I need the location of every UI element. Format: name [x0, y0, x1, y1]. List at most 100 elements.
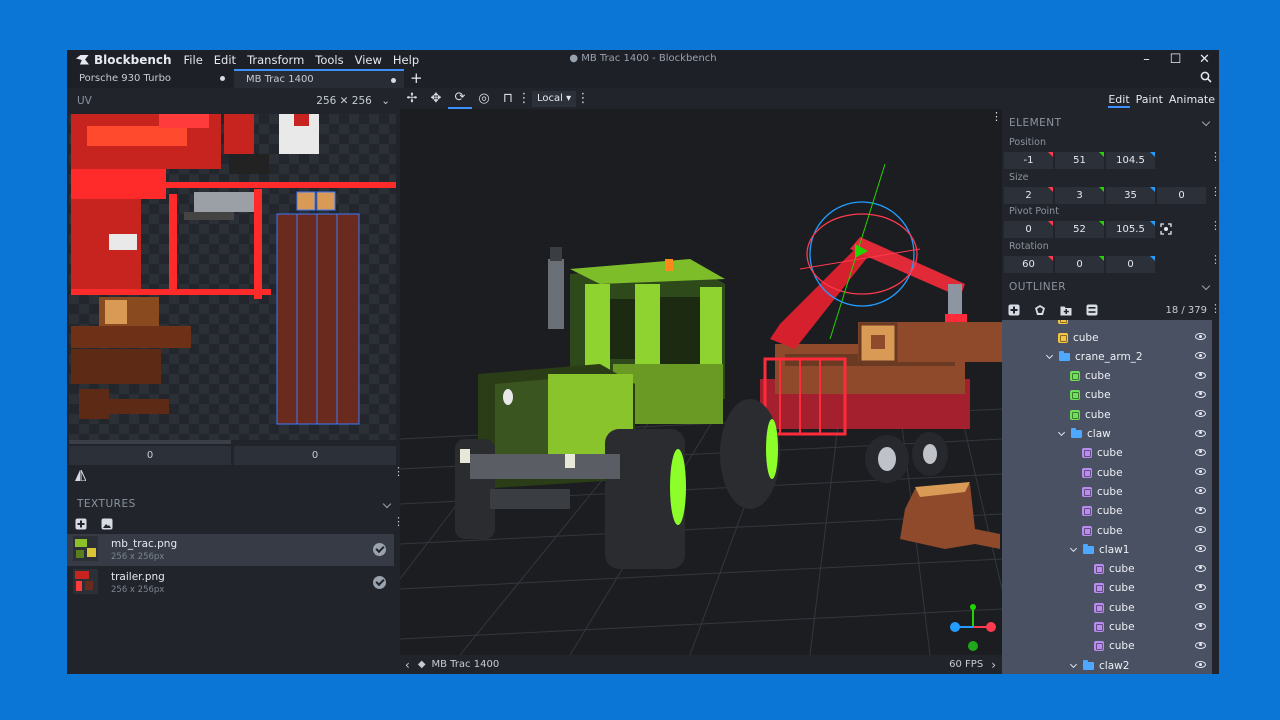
- outliner-cube-row[interactable]: cube: [1002, 444, 1212, 463]
- collapse-all-icon[interactable]: [1086, 304, 1098, 316]
- mode-paint[interactable]: Paint: [1136, 93, 1163, 108]
- size-x-field[interactable]: 2: [1004, 187, 1053, 204]
- close-button[interactable]: ✕: [1190, 50, 1219, 69]
- visibility-eye-icon[interactable]: [1195, 429, 1206, 437]
- outliner-cube-row[interactable]: cube: [1002, 367, 1212, 386]
- outliner-cube-row[interactable]: cube: [1002, 405, 1212, 424]
- uv-size-select[interactable]: 256 ✕ 256 ⌄: [316, 95, 390, 107]
- visibility-eye-icon[interactable]: [1195, 526, 1206, 533]
- visibility-eye-icon[interactable]: [1195, 410, 1206, 418]
- outliner-cube-row[interactable]: cube: [1002, 328, 1212, 347]
- chevron-right-icon[interactable]: ›: [991, 658, 996, 672]
- pivot-more-icon[interactable]: ⋮: [1210, 220, 1219, 231]
- pivot-tool-icon[interactable]: ◎: [472, 88, 496, 109]
- uv-offset-y-field[interactable]: 0: [234, 446, 396, 465]
- move-tool-icon[interactable]: ✢: [400, 88, 424, 109]
- visibility-eye-icon[interactable]: [1195, 468, 1206, 476]
- position-z-field[interactable]: 104.5: [1106, 152, 1155, 169]
- visibility-eye-icon[interactable]: [1195, 487, 1206, 495]
- center-pivot-icon[interactable]: [1160, 223, 1172, 235]
- chevron-left-icon[interactable]: ‹: [405, 658, 410, 672]
- new-tab-button[interactable]: +: [410, 69, 423, 88]
- menu-transform[interactable]: Transform: [247, 53, 304, 67]
- transform-space-select[interactable]: Local ▾: [532, 90, 576, 107]
- viewport-more-menu-icon[interactable]: ⋮: [991, 111, 1002, 122]
- visibility-eye-icon[interactable]: [1195, 564, 1206, 572]
- 3d-viewport[interactable]: ⋮: [400, 109, 1002, 655]
- add-cube-icon[interactable]: [1008, 304, 1020, 316]
- chevron-down-icon[interactable]: [1069, 660, 1078, 668]
- outliner-more-icon[interactable]: ⋮: [1210, 303, 1219, 314]
- outliner-group-row[interactable]: crane_arm_2: [1002, 347, 1212, 366]
- rotate-tool-icon[interactable]: ⟳: [448, 88, 472, 109]
- outliner-cube-row[interactable]: cube: [1002, 618, 1212, 637]
- menu-edit[interactable]: Edit: [214, 53, 236, 67]
- visibility-eye-icon[interactable]: [1195, 545, 1206, 553]
- size-more-icon[interactable]: ⋮: [1210, 186, 1219, 197]
- outliner-cube-row[interactable]: cube: [1002, 598, 1212, 617]
- mirror-uv-icon[interactable]: [75, 470, 86, 481]
- outliner-tree[interactable]: cube crane_arm_2 cube cube cube claw cube cube c…: [1002, 320, 1212, 674]
- uv-horizontal-scrollbar[interactable]: [69, 440, 231, 444]
- visibility-eye-icon[interactable]: [1195, 641, 1206, 649]
- rotation-z-field[interactable]: 0: [1106, 256, 1155, 273]
- outliner-cube-row[interactable]: cube: [1002, 502, 1212, 521]
- rotation-x-field[interactable]: 60: [1004, 256, 1053, 273]
- menu-file[interactable]: File: [184, 53, 203, 67]
- size-z-field[interactable]: 35: [1106, 187, 1155, 204]
- visibility-eye-icon[interactable]: [1195, 371, 1206, 379]
- visibility-eye-icon[interactable]: [1195, 352, 1206, 360]
- visibility-eye-icon[interactable]: [1195, 333, 1206, 340]
- texture-item-trailer[interactable]: trailer.png 256 x 256px: [67, 567, 394, 599]
- chevron-down-icon[interactable]: [1201, 117, 1211, 127]
- textures-more-menu-icon[interactable]: ⋮: [393, 516, 404, 527]
- visibility-eye-icon[interactable]: [1195, 583, 1206, 591]
- visibility-eye-icon[interactable]: [1195, 448, 1206, 456]
- outliner-cube-row[interactable]: cube: [1002, 560, 1212, 579]
- position-x-field[interactable]: -1: [1004, 152, 1053, 169]
- position-y-field[interactable]: 51: [1055, 152, 1104, 169]
- mode-edit[interactable]: Edit: [1108, 93, 1130, 108]
- visibility-eye-icon[interactable]: [1195, 603, 1206, 611]
- menu-tools[interactable]: Tools: [315, 53, 343, 67]
- inflate-field[interactable]: 0: [1157, 187, 1206, 204]
- outliner-group-row[interactable]: claw: [1002, 425, 1212, 444]
- rotation-y-field[interactable]: 0: [1055, 256, 1104, 273]
- outliner-group-row[interactable]: claw1: [1002, 540, 1212, 559]
- menu-help[interactable]: Help: [393, 53, 419, 67]
- minimize-button[interactable]: –: [1132, 50, 1161, 69]
- position-more-icon[interactable]: ⋮: [1210, 151, 1219, 162]
- visibility-eye-icon[interactable]: [1195, 506, 1206, 514]
- add-texture-icon[interactable]: [75, 518, 87, 530]
- resize-tool-icon[interactable]: ✥: [424, 88, 448, 109]
- visibility-eye-icon[interactable]: [1195, 661, 1206, 669]
- menu-view[interactable]: View: [355, 53, 382, 67]
- texture-item-mb-trac[interactable]: mb_trac.png 256 x 256px: [67, 534, 394, 566]
- uv-editor-canvas[interactable]: [69, 114, 396, 440]
- chevron-down-icon[interactable]: [1045, 351, 1054, 359]
- outliner-cube-row[interactable]: cube: [1002, 463, 1212, 482]
- add-group-icon[interactable]: [1060, 304, 1072, 316]
- outliner-cube-row[interactable]: cube: [1002, 579, 1212, 598]
- outliner-cube-row[interactable]: cube: [1002, 386, 1212, 405]
- toolbar-more-icon[interactable]: ⋮: [576, 88, 590, 109]
- visibility-eye-icon[interactable]: [1195, 622, 1206, 630]
- pivot-y-field[interactable]: 52: [1055, 221, 1104, 238]
- chevron-down-icon[interactable]: [1057, 428, 1066, 437]
- tab-mb-trac[interactable]: MB Trac 1400: [234, 69, 404, 88]
- import-texture-icon[interactable]: [101, 518, 113, 530]
- pivot-z-field[interactable]: 105.5: [1106, 221, 1155, 238]
- chevron-down-icon[interactable]: [382, 499, 392, 509]
- pivot-x-field[interactable]: 0: [1004, 221, 1053, 238]
- outliner-cube-row[interactable]: cube: [1002, 521, 1212, 540]
- uv-offset-x-field[interactable]: 0: [69, 446, 231, 465]
- chevron-down-icon[interactable]: [1069, 544, 1078, 552]
- size-y-field[interactable]: 3: [1055, 187, 1104, 204]
- vertex-snap-tool-icon[interactable]: ⊓: [496, 88, 520, 109]
- mode-animate[interactable]: Animate: [1169, 93, 1215, 108]
- outliner-cube-row[interactable]: cube: [1002, 637, 1212, 656]
- toolbar-more-icon[interactable]: ⋮: [518, 88, 531, 109]
- add-mesh-icon[interactable]: [1034, 304, 1046, 316]
- outliner-cube-row[interactable]: cube: [1002, 482, 1212, 501]
- search-icon[interactable]: [1200, 71, 1212, 83]
